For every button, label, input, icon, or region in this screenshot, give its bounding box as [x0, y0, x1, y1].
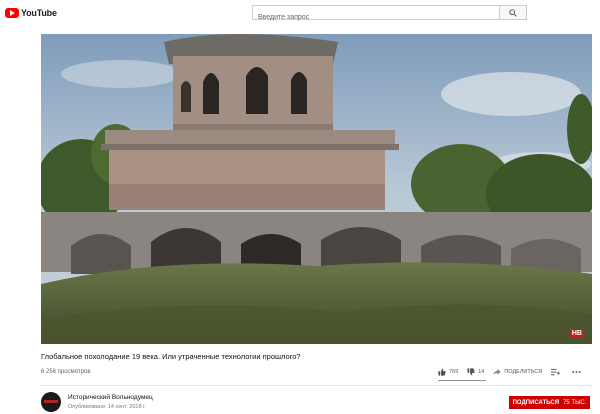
more-button[interactable] [572, 370, 584, 374]
subscribe-button[interactable]: ПОДПИСАТЬСЯ 75 ТЫС. [509, 396, 590, 409]
like-ratio-bar [438, 380, 486, 381]
share-button[interactable]: ПОДЕЛИТЬСЯ [493, 368, 542, 376]
youtube-logo[interactable]: YouTube [5, 7, 57, 19]
video-title: Глобальное похолодание 19 века. Или утра… [41, 352, 301, 361]
dislike-button[interactable]: 14 [467, 368, 484, 376]
video-actions: 769 14 ПОДЕЛИТЬСЯ [438, 367, 593, 377]
thumbs-down-icon [467, 368, 475, 376]
dislike-count: 14 [478, 369, 485, 375]
logo-text: YouTube [21, 8, 57, 18]
divider [41, 385, 592, 386]
video-frame [41, 34, 592, 344]
search-icon [509, 9, 517, 17]
channel-avatar[interactable] [41, 392, 61, 412]
video-player[interactable]: НВ [41, 34, 592, 344]
search-box [252, 5, 500, 24]
publish-date: Опубликовано: 14 сент. 2018 г. [68, 404, 146, 410]
channel-watermark[interactable]: НВ [569, 329, 584, 338]
search-button[interactable] [500, 5, 527, 20]
more-icon [572, 371, 581, 373]
masthead: YouTube [0, 0, 600, 26]
like-button[interactable]: 769 [438, 368, 458, 376]
thumbs-up-icon [438, 368, 446, 376]
subscribe-label: ПОДПИСАТЬСЯ [512, 399, 560, 406]
subscriber-count: 75 ТЫС. [563, 399, 587, 406]
youtube-logo-icon [5, 8, 19, 18]
like-count: 769 [449, 369, 459, 375]
view-count: 6 256 просмотров [41, 369, 91, 375]
add-to-playlist-icon [551, 368, 561, 376]
channel-name[interactable]: Исторический Вольнодумец [68, 394, 153, 401]
share-icon [493, 368, 501, 376]
share-label: ПОДЕЛИТЬСЯ [504, 369, 543, 375]
add-to-playlist-button[interactable] [551, 368, 563, 376]
search-input[interactable] [253, 11, 499, 24]
